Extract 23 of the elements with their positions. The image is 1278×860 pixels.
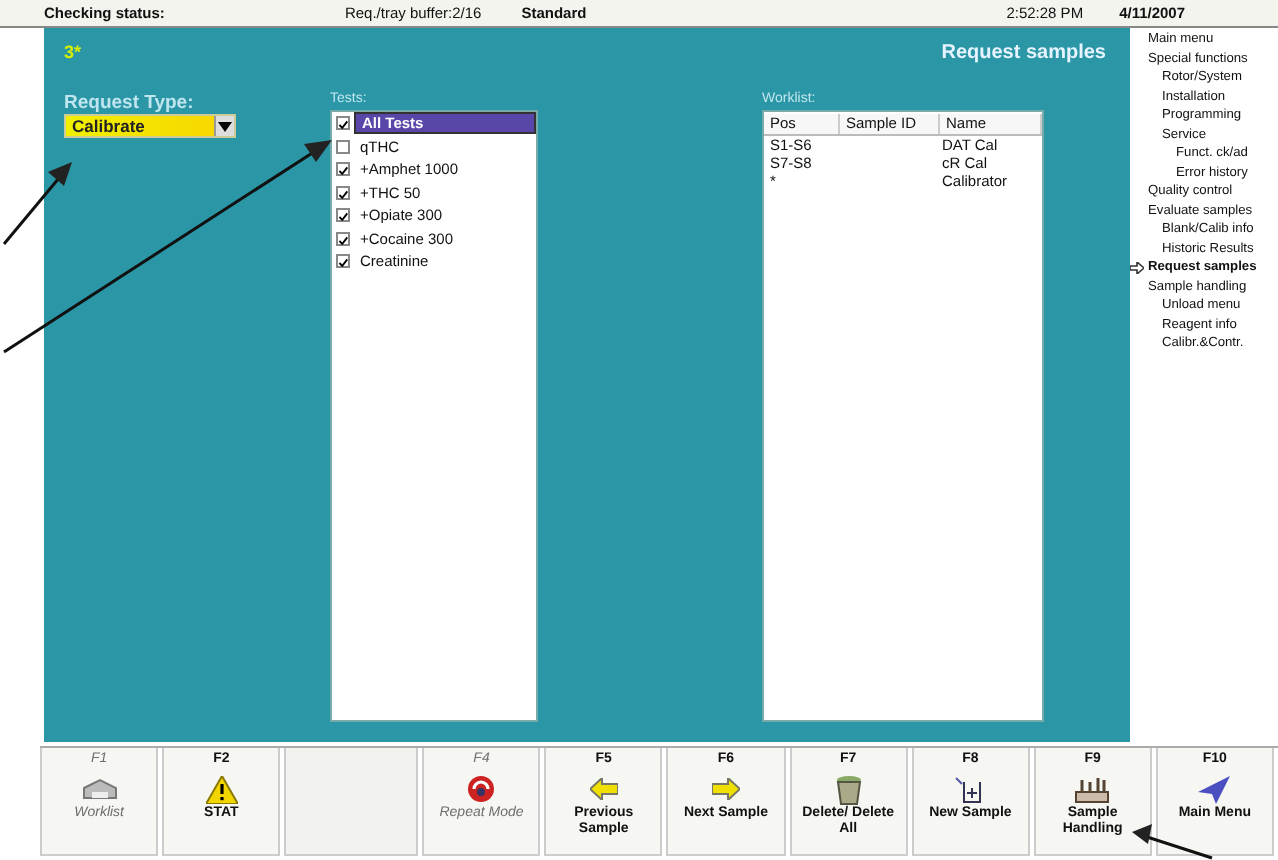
checkbox[interactable] bbox=[336, 185, 350, 200]
request-type-label: Request Type: bbox=[64, 92, 194, 114]
checkbox[interactable] bbox=[336, 139, 350, 154]
checkbox[interactable] bbox=[336, 254, 350, 269]
trash-bin-icon bbox=[833, 773, 864, 805]
right-arrow-icon bbox=[711, 778, 740, 800]
checkbox[interactable] bbox=[336, 162, 350, 177]
printer-icon bbox=[79, 776, 120, 802]
annotation-arrow bbox=[1132, 824, 1213, 860]
checkbox[interactable] bbox=[336, 116, 350, 131]
warning-icon bbox=[205, 775, 238, 803]
arrow-icon bbox=[1130, 262, 1144, 274]
left-arrow-icon bbox=[589, 778, 618, 800]
dropdown-arrow-icon bbox=[214, 116, 234, 136]
screen-title: Request samples bbox=[941, 41, 1106, 63]
repeat-icon bbox=[466, 774, 497, 804]
tube-rack-icon bbox=[1074, 775, 1111, 803]
screen-number: 3* bbox=[64, 42, 82, 62]
navigation-arrow-icon bbox=[1198, 775, 1231, 803]
new-tube-icon bbox=[954, 775, 987, 803]
checkbox[interactable] bbox=[336, 208, 350, 223]
checkbox[interactable] bbox=[336, 231, 350, 246]
request-type-dropdown[interactable]: Calibrate bbox=[64, 114, 236, 138]
